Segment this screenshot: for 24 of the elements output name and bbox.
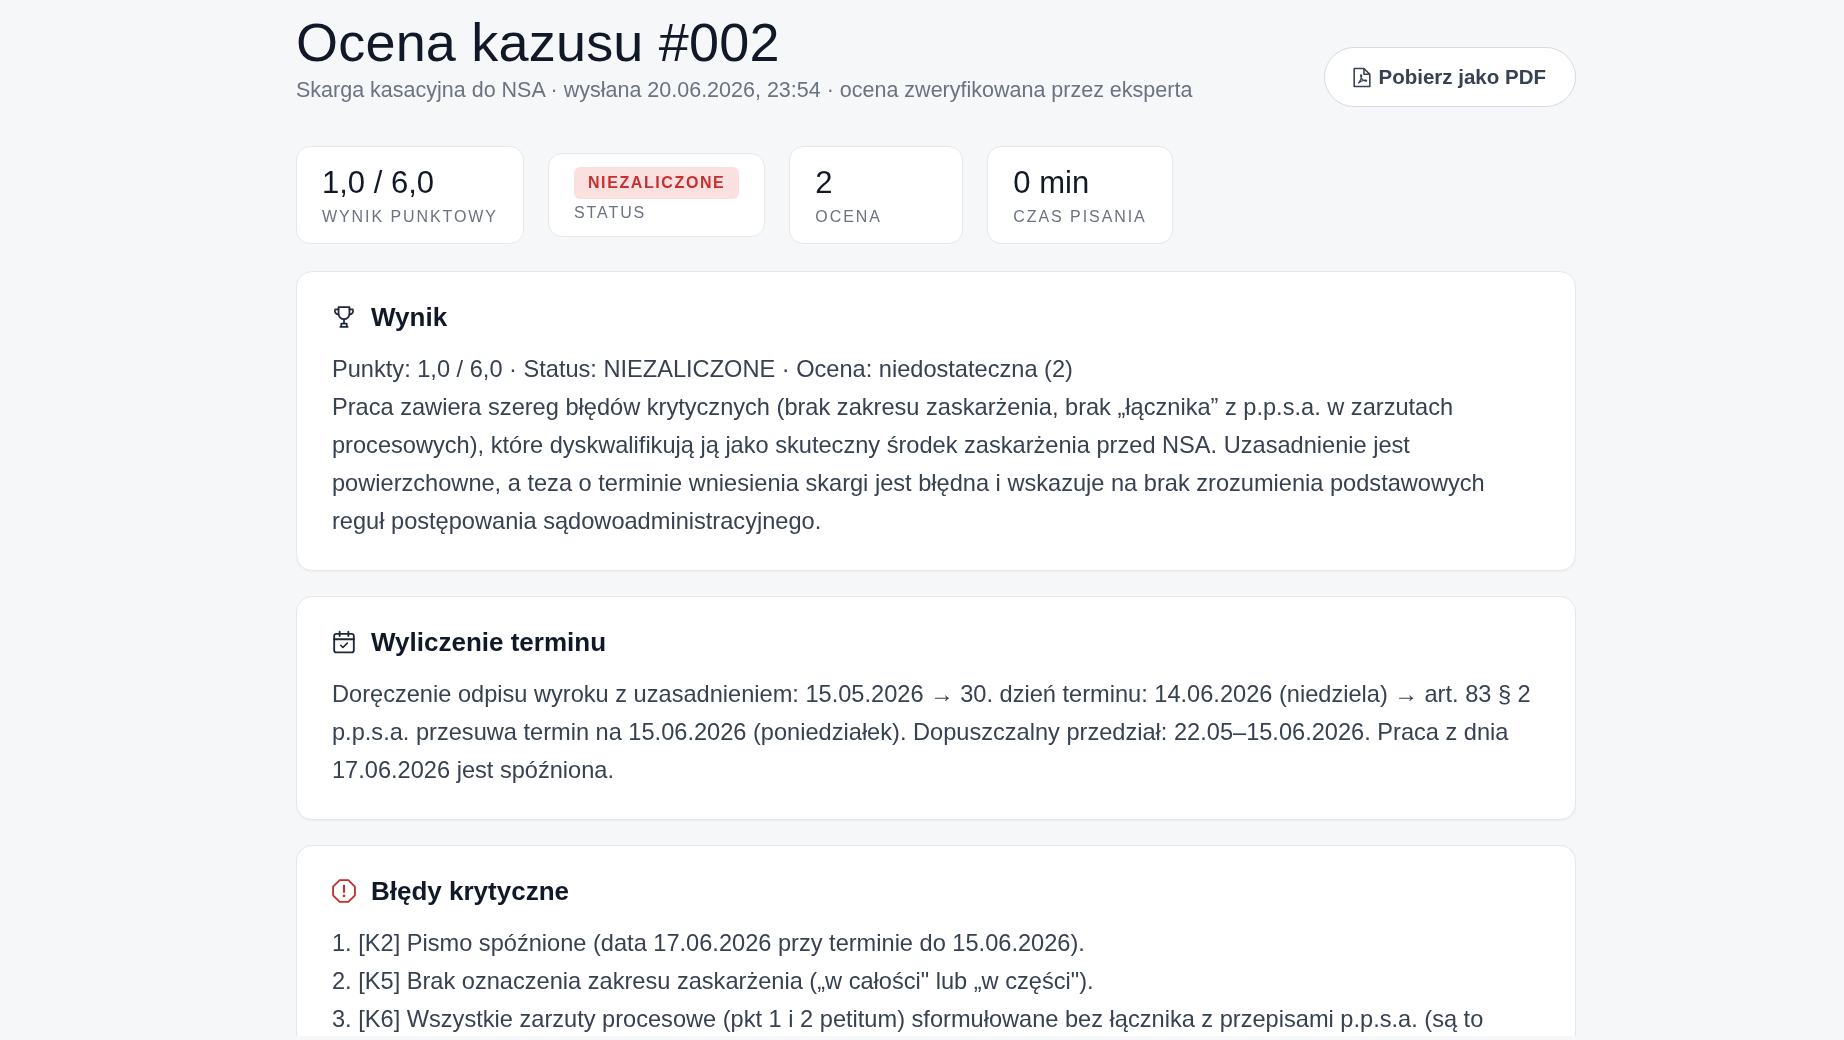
trophy-icon [332,305,356,329]
stat-label: STATUS [573,203,648,223]
page-subtitle: Skarga kasacyjna do NSA · wysłana 20.06.2026, 23:54 · ocena zweryfikowana przez eksperta [296,77,1193,104]
list-item-text: 3. [K6] Wszystkie zarzuty procesowe (pkt 1 i 2 petitum) sformułowane bez łącznika z przepisami p.p.s.a. (są to [332,1005,1485,1034]
paragraph-text: Punkty: 1,0 / 6,0 · Status: NIEZALICZONE · Ocena: niedostateczna (2) [332,355,1074,384]
stat-label: WYNIK PUNKTOWY [322,207,498,227]
section-title: Wynik [371,301,448,333]
section-title: Wyliczenie terminu [371,626,607,658]
stat-label: OCENA [815,207,883,227]
page-title: Ocena kazusu #002 [296,11,781,73]
pdf-file-icon [1352,66,1371,88]
paragraph-text: Doręczenie odpisu wyroku z uzasadnieniem: 15.05.2026 → 30. dzień terminu: 14.06.2026 (niedziela) → art. 83 § 2 p.p.s.a. przesuwa termin na 15.06.2026 (poniedziałek). Dopuszczalny przedział: 22.05–15.06.2026. Praca z dnia 17.06.2026 jest spóźniona. [332,680,1532,785]
list-item-text: 1. [K2] Pismo spóźnione (data 17.06.2026 przy terminie do 15.06.2026). [332,929,1086,958]
stat-label: CZAS PISANIA [1013,207,1147,227]
download-pdf-button[interactable]: Pobierz jako PDF [1323,47,1576,107]
stat-value: 0 min [1013,164,1091,202]
section-title: Błędy krytyczne [371,875,569,907]
paragraph-text: Praca zawiera szereg błędów krytycznych (brak zakresu zaskarżenia, brak „łącznika” z p.p.s.a. w zarzutach procesowych), które dyskwalifikują ją jako skuteczny środek zaskarżenia przed NSA. Uzasadnienie jest powierzchowne, a teza o terminie wniesienia skargi jest błędna i wskazuje na brak zrozumienia podstawowych reguł postępowania sądowoadministracyjnego. [332,393,1486,536]
list-item-text: 2. [K5] Brak oznaczenia zakresu zaskarżenia („w całości" lub „w części"). [332,967,1095,996]
exclamation-octagon-icon [332,879,356,903]
stat-value: 1,0 / 6,0 [322,164,436,202]
stat-value: 2 [815,164,834,202]
status-badge: NIEZALICZONE [573,167,740,199]
calendar-check-icon [332,630,356,654]
